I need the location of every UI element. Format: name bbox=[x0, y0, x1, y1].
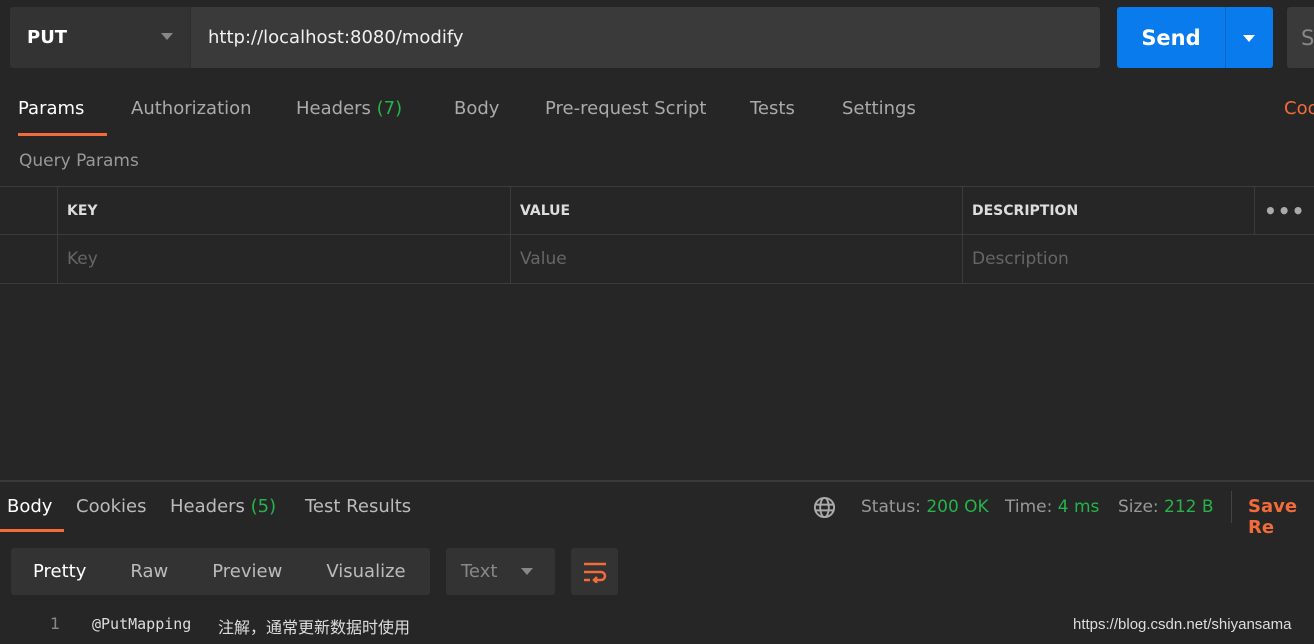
line-number: 1 bbox=[50, 614, 61, 633]
description-input[interactable]: Description bbox=[962, 235, 1314, 283]
key-input[interactable]: Key bbox=[57, 235, 510, 283]
cookies-link[interactable]: Coo bbox=[1284, 98, 1314, 136]
save-response-button[interactable]: Save Re bbox=[1248, 496, 1314, 538]
response-tab-body[interactable]: Body bbox=[0, 496, 64, 532]
headers-count: (7) bbox=[376, 98, 403, 119]
table-row: Key Value Description bbox=[0, 235, 1314, 283]
table-header: KEY VALUE DESCRIPTION ••• bbox=[0, 187, 1314, 235]
size-value: 212 B bbox=[1164, 497, 1214, 517]
more-options-icon[interactable]: ••• bbox=[1254, 187, 1314, 234]
method-value: PUT bbox=[27, 27, 68, 48]
query-params-title: Query Params bbox=[19, 151, 139, 171]
tab-authorization[interactable]: Authorization bbox=[131, 98, 252, 136]
tab-settings[interactable]: Settings bbox=[842, 98, 916, 136]
size-label: Size: bbox=[1118, 497, 1159, 517]
tab-label: Headers bbox=[170, 496, 245, 517]
headers-count: (5) bbox=[250, 496, 277, 517]
column-key: KEY bbox=[57, 187, 510, 234]
column-description: DESCRIPTION bbox=[962, 187, 1254, 234]
response-tab-test-results[interactable]: Test Results bbox=[305, 496, 411, 532]
time-readout: Time: 4 ms bbox=[1005, 497, 1099, 517]
save-button[interactable]: S bbox=[1287, 7, 1314, 68]
status-label: Status: bbox=[861, 497, 921, 517]
value-input[interactable]: Value bbox=[510, 235, 963, 283]
tab-tests[interactable]: Tests bbox=[750, 98, 795, 136]
send-button[interactable]: Send bbox=[1117, 7, 1273, 68]
tab-label: Headers bbox=[296, 98, 371, 119]
method-select[interactable]: PUT bbox=[10, 7, 190, 68]
watermark: https://blog.csdn.net/shiyansama bbox=[1073, 616, 1292, 633]
view-preview[interactable]: Preview bbox=[190, 561, 304, 582]
response-tab-headers[interactable]: Headers (5) bbox=[170, 496, 276, 532]
time-value: 4 ms bbox=[1057, 497, 1100, 517]
view-mode-selector: Pretty Raw Preview Visualize bbox=[11, 548, 430, 595]
view-raw[interactable]: Raw bbox=[108, 561, 190, 582]
tab-headers[interactable]: Headers (7) bbox=[296, 98, 402, 136]
pane-divider[interactable] bbox=[0, 480, 1314, 482]
code-annotation: @PutMapping bbox=[92, 615, 192, 633]
globe-icon[interactable] bbox=[813, 496, 836, 519]
format-select[interactable]: Text bbox=[446, 548, 555, 595]
status-value: 200 OK bbox=[926, 497, 989, 517]
tab-pre-request-script[interactable]: Pre-request Script bbox=[545, 98, 706, 136]
tab-params[interactable]: Params bbox=[18, 98, 107, 136]
size-readout: Size: 212 B bbox=[1118, 497, 1214, 517]
column-value: VALUE bbox=[510, 187, 963, 234]
status-readout: Status: 200 OK bbox=[861, 497, 989, 517]
response-tab-cookies[interactable]: Cookies bbox=[76, 496, 146, 532]
tab-body[interactable]: Body bbox=[454, 98, 499, 136]
divider bbox=[1231, 491, 1232, 523]
time-label: Time: bbox=[1005, 497, 1053, 517]
url-input[interactable]: http://localhost:8080/modify bbox=[190, 7, 1100, 68]
view-visualize[interactable]: Visualize bbox=[304, 561, 427, 582]
query-params-table: KEY VALUE DESCRIPTION ••• Key Value Desc… bbox=[0, 186, 1314, 284]
chevron-down-icon bbox=[161, 33, 173, 40]
wrap-lines-button[interactable] bbox=[571, 548, 618, 595]
send-label: Send bbox=[1141, 25, 1201, 50]
send-options-dropdown[interactable] bbox=[1225, 7, 1273, 68]
code-text: 注解，通常更新数据时使用 bbox=[218, 618, 411, 637]
view-pretty[interactable]: Pretty bbox=[11, 561, 108, 582]
wrap-icon bbox=[583, 562, 606, 583]
